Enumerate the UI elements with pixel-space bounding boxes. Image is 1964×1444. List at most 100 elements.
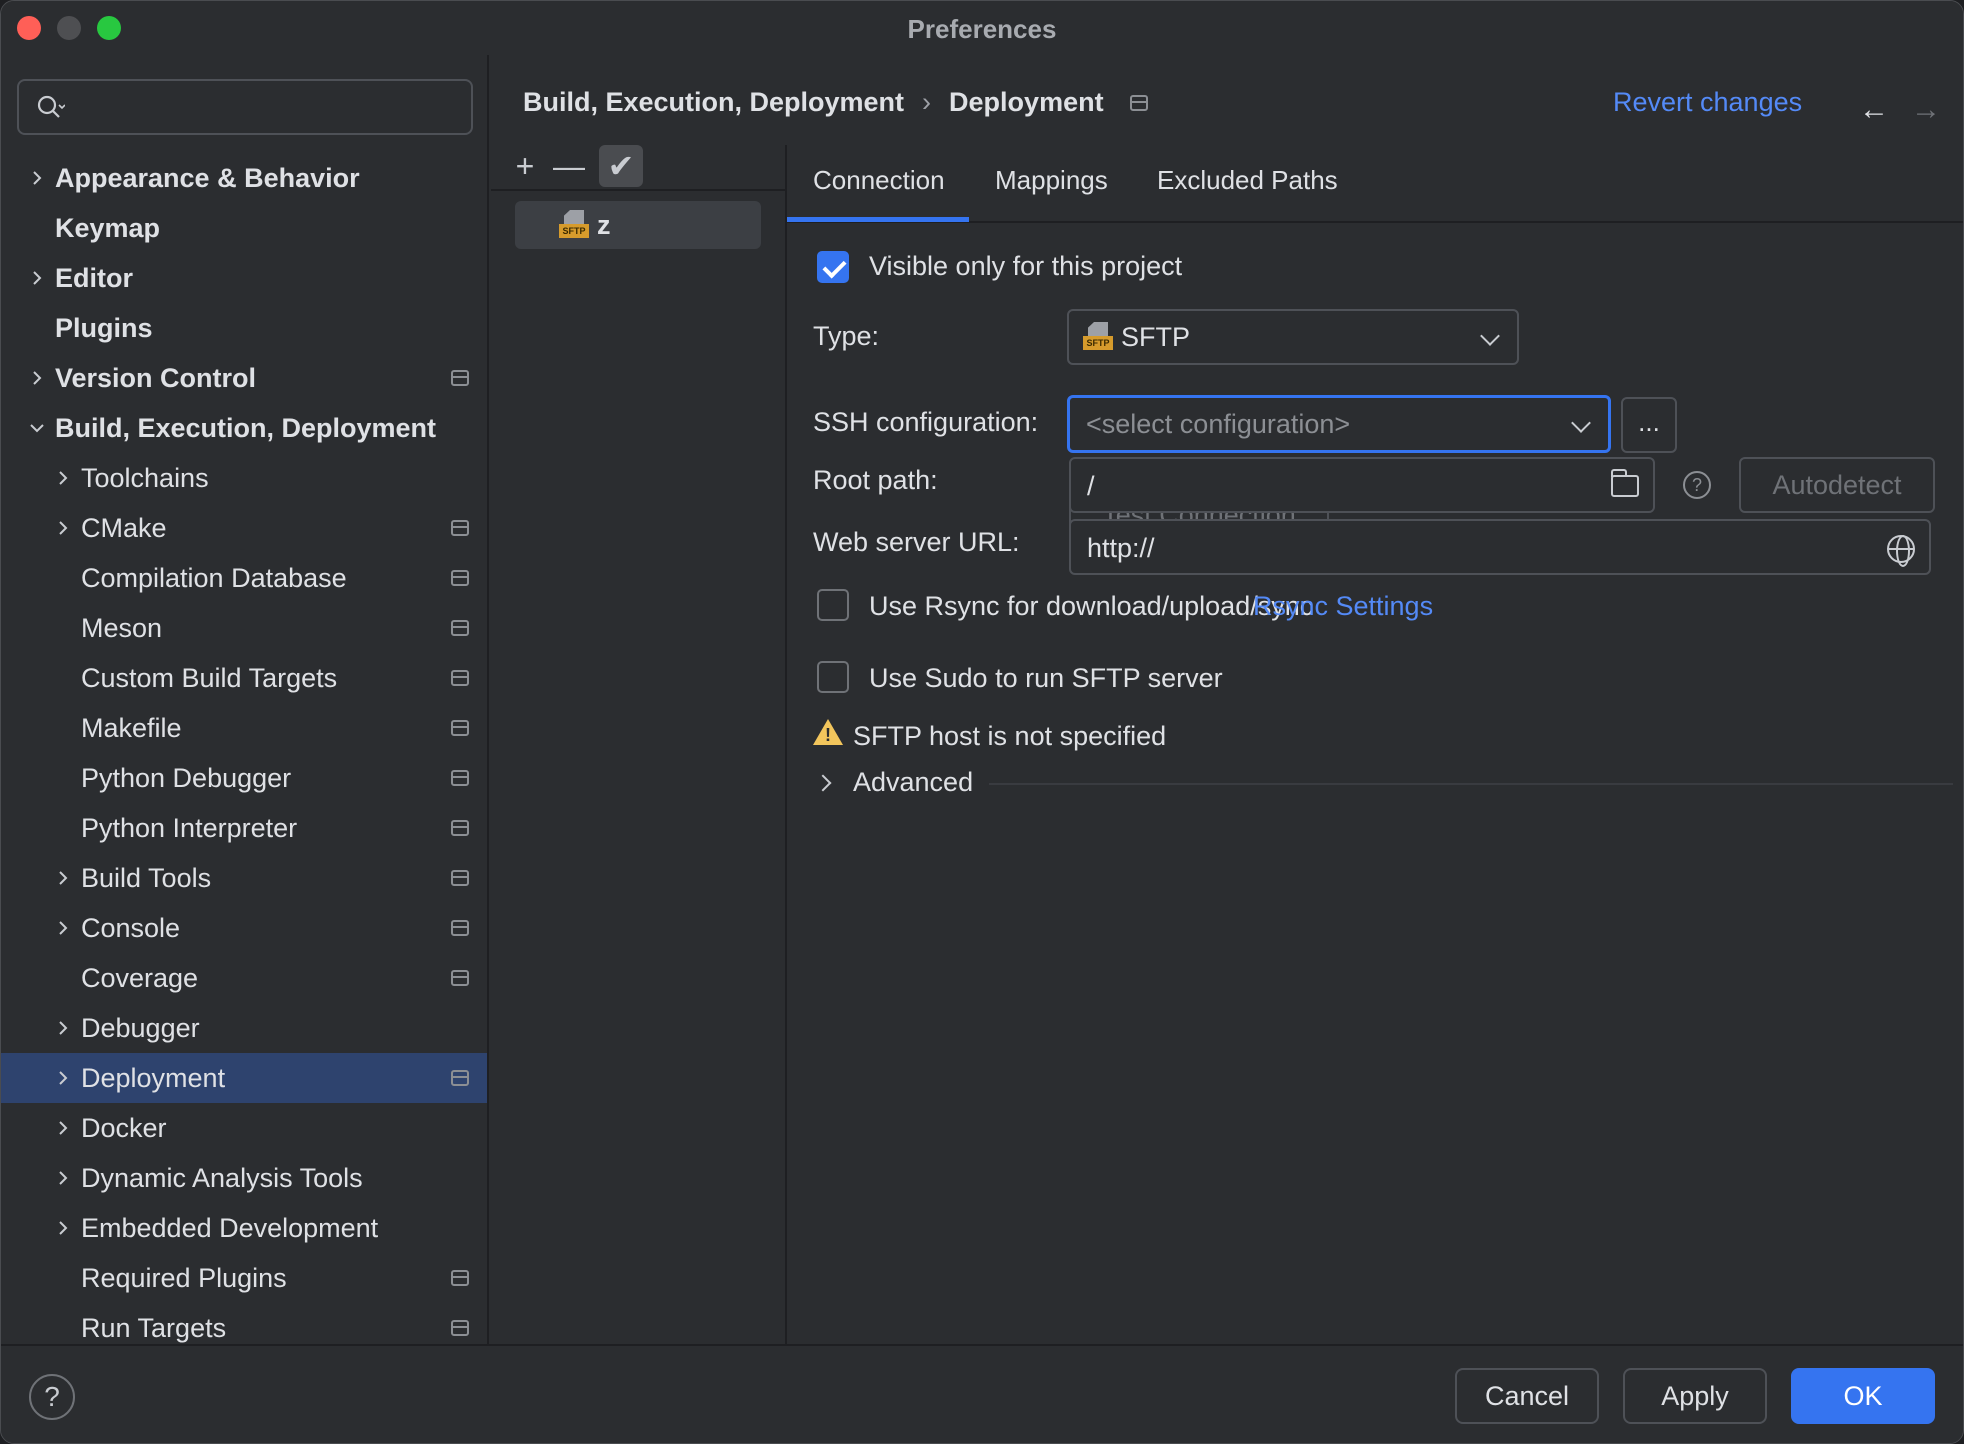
sidebar-item-build-execution-deployment[interactable]: Build, Execution, Deployment <box>1 403 487 453</box>
sidebar-item-cmake[interactable]: CMake <box>1 503 487 553</box>
chevron-right-icon[interactable] <box>53 868 73 888</box>
tab-connection[interactable]: Connection <box>813 165 945 196</box>
advanced-section-toggle[interactable]: Advanced <box>813 767 1953 801</box>
servers-panel: + — ✔ SFTP z <box>491 145 787 1344</box>
chevron-right-icon[interactable] <box>53 518 73 538</box>
sidebar-item-custom-build-targets[interactable]: Custom Build Targets <box>1 653 487 703</box>
project-scope-icon <box>451 1070 469 1086</box>
warning-icon: ! <box>813 719 843 747</box>
ssh-configuration-select[interactable]: <select configuration> <box>1067 395 1611 453</box>
sidebar-item-makefile[interactable]: Makefile <box>1 703 487 753</box>
web-server-url-input[interactable]: http:// <box>1069 519 1931 575</box>
servers-toolbar: + — ✔ <box>491 145 787 191</box>
settings-search-input[interactable] <box>17 79 473 135</box>
sidebar-item-coverage[interactable]: Coverage <box>1 953 487 1003</box>
project-scope-icon <box>451 970 469 986</box>
sidebar-item-build-tools[interactable]: Build Tools <box>1 853 487 903</box>
breadcrumb-separator: › <box>922 87 932 117</box>
chevron-right-icon[interactable] <box>27 268 47 288</box>
sidebar-item-label: Makefile <box>81 712 182 743</box>
project-scope-icon <box>451 370 469 386</box>
sidebar-item-label: Coverage <box>81 962 199 993</box>
chevron-right-icon[interactable] <box>53 918 73 938</box>
sidebar-item-label: Custom Build Targets <box>81 662 338 693</box>
folder-icon[interactable] <box>1611 469 1639 497</box>
settings-sidebar: Appearance & Behavior Keymap Editor Plugins… <box>1 55 489 1344</box>
revert-changes-link[interactable]: Revert changes <box>1613 87 1802 118</box>
sidebar-item-toolchains[interactable]: Toolchains <box>1 453 487 503</box>
autodetect-button[interactable]: Autodetect <box>1739 457 1935 513</box>
globe-icon[interactable] <box>1887 535 1915 567</box>
sidebar-item-editor[interactable]: Editor <box>1 253 487 303</box>
web-server-url-value: http:// <box>1087 533 1155 563</box>
title-bar: Preferences <box>1 1 1963 55</box>
chevron-right-icon[interactable] <box>53 1018 73 1038</box>
project-scope-icon <box>451 670 469 686</box>
dialog-footer: ? Cancel Apply OK <box>1 1344 1963 1443</box>
chevron-down-icon <box>1571 413 1591 433</box>
warning-message: SFTP host is not specified <box>853 721 1167 751</box>
use-as-default-button[interactable]: ✔ <box>599 145 643 187</box>
use-sudo-checkbox[interactable] <box>817 661 849 693</box>
sidebar-item-console[interactable]: Console <box>1 903 487 953</box>
sidebar-item-docker[interactable]: Docker <box>1 1103 487 1153</box>
sidebar-item-label: Docker <box>81 1112 167 1143</box>
apply-button[interactable]: Apply <box>1623 1368 1767 1424</box>
sidebar-item-keymap[interactable]: Keymap <box>1 203 487 253</box>
sidebar-item-plugins[interactable]: Plugins <box>1 303 487 353</box>
sidebar-item-compilation-database[interactable]: Compilation Database <box>1 553 487 603</box>
help-icon[interactable]: ? <box>1683 471 1711 499</box>
search-icon <box>37 95 65 118</box>
back-arrow-icon[interactable]: ← <box>1859 93 1889 127</box>
deployment-settings: Connection Mappings Excluded Paths Visib… <box>787 145 1963 1344</box>
chevron-right-icon[interactable] <box>53 1218 73 1238</box>
chevron-right-icon[interactable] <box>53 1118 73 1138</box>
chevron-right-icon[interactable] <box>27 168 47 188</box>
add-server-button[interactable]: + <box>503 145 547 187</box>
sidebar-item-embedded-development[interactable]: Embedded Development <box>1 1203 487 1253</box>
server-list-item[interactable]: SFTP z <box>515 201 761 249</box>
forward-arrow-icon[interactable]: → <box>1911 93 1941 127</box>
sidebar-item-debugger[interactable]: Debugger <box>1 1003 487 1053</box>
sidebar-item-deployment[interactable]: Deployment <box>1 1053 487 1103</box>
chevron-right-icon[interactable] <box>53 468 73 488</box>
type-value: SFTP <box>1121 321 1191 352</box>
sidebar-item-label: Editor <box>55 262 133 293</box>
ssh-configurations-browse-button[interactable]: ... <box>1621 397 1677 453</box>
rsync-settings-link[interactable]: Rsync Settings <box>1253 591 1433 622</box>
use-sudo-label: Use Sudo to run SFTP server <box>869 663 1223 693</box>
visible-only-checkbox[interactable] <box>817 251 849 283</box>
remove-server-button[interactable]: — <box>547 145 591 187</box>
chevron-down-icon[interactable] <box>27 418 47 438</box>
root-path-input[interactable]: / <box>1069 457 1655 513</box>
use-rsync-label: Use Rsync for download/upload/sync <box>869 591 1314 621</box>
sidebar-item-label: Debugger <box>81 1012 200 1043</box>
server-name: z <box>597 209 611 240</box>
sidebar-item-python-interpreter[interactable]: Python Interpreter <box>1 803 487 853</box>
sidebar-item-version-control[interactable]: Version Control <box>1 353 487 403</box>
tab-excluded-paths[interactable]: Excluded Paths <box>1157 165 1338 196</box>
sidebar-item-meson[interactable]: Meson <box>1 603 487 653</box>
sidebar-item-run-targets[interactable]: Run Targets <box>1 1303 487 1344</box>
sidebar-item-python-debugger[interactable]: Python Debugger <box>1 753 487 803</box>
project-scope-icon <box>451 620 469 636</box>
chevron-right-icon[interactable] <box>53 1168 73 1188</box>
type-select[interactable]: SFTP SFTP <box>1067 309 1519 365</box>
sidebar-item-label: Build, Execution, Deployment <box>55 412 437 443</box>
breadcrumb-item-build[interactable]: Build, Execution, Deployment <box>523 87 904 118</box>
sidebar-item-appearance-behavior[interactable]: Appearance & Behavior <box>1 153 487 203</box>
project-scope-icon <box>1129 94 1148 111</box>
sidebar-item-label: Compilation Database <box>81 562 347 593</box>
sidebar-item-required-plugins[interactable]: Required Plugins <box>1 1253 487 1303</box>
help-button[interactable]: ? <box>29 1374 75 1420</box>
project-scope-icon <box>451 770 469 786</box>
ok-button[interactable]: OK <box>1791 1368 1935 1424</box>
type-label: Type: <box>813 321 880 351</box>
use-rsync-checkbox[interactable] <box>817 589 849 621</box>
chevron-right-icon[interactable] <box>27 368 47 388</box>
tab-mappings[interactable]: Mappings <box>995 165 1108 196</box>
chevron-right-icon[interactable] <box>53 1068 73 1088</box>
settings-tree: Appearance & Behavior Keymap Editor Plugins… <box>1 153 487 1344</box>
cancel-button[interactable]: Cancel <box>1455 1368 1599 1424</box>
sidebar-item-dynamic-analysis-tools[interactable]: Dynamic Analysis Tools <box>1 1153 487 1203</box>
